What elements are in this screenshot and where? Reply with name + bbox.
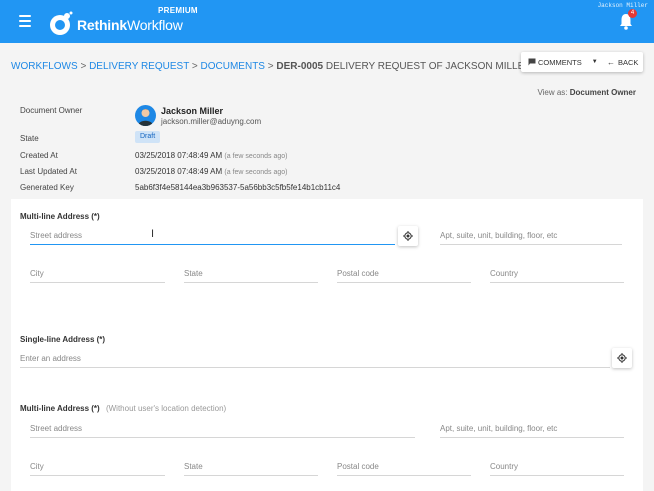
breadcrumb-separator: >	[267, 61, 274, 72]
comment-icon	[528, 58, 536, 66]
my-location-icon	[403, 231, 413, 241]
back-button[interactable]: ← BACK	[601, 52, 638, 72]
locate-button[interactable]	[398, 226, 418, 246]
state-input[interactable]: State	[184, 458, 318, 476]
current-user-name: Jackson Miller	[597, 2, 648, 9]
brand-light: Workflow	[126, 17, 183, 33]
view-as-prefix: View as:	[537, 88, 568, 97]
logo-icon	[50, 11, 73, 35]
breadcrumb-delivery-request[interactable]: DELIVERY REQUEST	[89, 61, 189, 72]
state-input[interactable]: State	[184, 265, 318, 283]
updated-relative: (a few seconds ago)	[224, 169, 288, 176]
brand-bold: Rethink	[77, 17, 127, 33]
status-badge: Draft	[135, 131, 161, 143]
text-cursor-icon: I	[151, 228, 155, 240]
apt-input[interactable]: Apt, suite, unit, building, floor, etc	[440, 420, 624, 438]
city-input[interactable]: City	[30, 458, 165, 476]
notification-badge: 4	[628, 9, 637, 18]
updated-value: 03/25/2018 07:48:49 AM (a few seconds ag…	[135, 167, 287, 176]
edition-label: PREMIUM	[158, 6, 198, 15]
street-address-input[interactable]: Street address	[30, 227, 395, 245]
street-address-input[interactable]: Street address	[30, 420, 415, 438]
created-timestamp: 03/25/2018 07:48:49 AM	[135, 151, 223, 160]
action-button-group: COMMENTS ▼ ← BACK	[521, 52, 643, 72]
postal-code-input[interactable]: Postal code	[337, 458, 471, 476]
created-label: Created At	[20, 151, 58, 160]
menu-icon[interactable]	[19, 15, 31, 27]
apt-input[interactable]: Apt, suite, unit, building, floor, etc	[440, 227, 622, 245]
city-input[interactable]: City	[30, 265, 165, 283]
chevron-down-icon[interactable]: ▼	[592, 59, 598, 65]
back-label: BACK	[618, 57, 639, 67]
multi-address-2-hint: (Without user's location detection)	[105, 404, 227, 413]
breadcrumb-separator: >	[80, 61, 87, 72]
arrow-left-icon: ←	[607, 57, 615, 67]
multi-address-2-title-text: Multi-line Address (*)	[20, 404, 100, 413]
created-value: 03/25/2018 07:48:49 AM (a few seconds ag…	[135, 151, 287, 160]
owner-label: Document Owner	[20, 106, 83, 115]
multi-address-2-title: Multi-line Address (*) (Without user's l…	[20, 404, 226, 413]
breadcrumb: WORKFLOWS > DELIVERY REQUEST > DOCUMENTS…	[11, 61, 532, 72]
my-location-icon	[617, 353, 627, 363]
avatar	[135, 105, 156, 126]
postal-code-input[interactable]: Postal code	[337, 265, 471, 283]
country-input[interactable]: Country	[490, 458, 624, 476]
view-as: View as: Document Owner	[537, 88, 636, 97]
locate-button[interactable]	[612, 348, 632, 368]
key-label: Generated Key	[20, 183, 74, 192]
country-input[interactable]: Country	[490, 265, 624, 283]
top-app-bar: RethinkWorkflow PREMIUM Jackson Miller 4	[0, 0, 654, 43]
updated-label: Last Updated At	[20, 167, 77, 176]
breadcrumb-documents[interactable]: DOCUMENTS	[201, 61, 265, 72]
comments-label: COMMENTS	[538, 57, 582, 67]
breadcrumb-current-code: DER-0005	[276, 61, 324, 72]
single-address-title: Single-line Address (*)	[20, 335, 106, 344]
breadcrumb-separator: >	[191, 61, 198, 72]
comments-button[interactable]: COMMENTS ▼	[521, 52, 601, 72]
generated-key: 5ab6f3f4e58144ea3b963537-5a56bb3c5fb5fe1…	[135, 183, 341, 192]
breadcrumb-current-title: DELIVERY REQUEST OF JACKSON MILLER	[325, 61, 532, 72]
updated-timestamp: 03/25/2018 07:48:49 AM	[135, 167, 223, 176]
single-address-input[interactable]: Enter an address	[20, 350, 610, 368]
multi-address-title: Multi-line Address (*)	[20, 212, 100, 221]
breadcrumb-workflows[interactable]: WORKFLOWS	[11, 61, 78, 72]
owner-name: Jackson Miller	[161, 106, 224, 116]
brand-name[interactable]: RethinkWorkflow	[77, 17, 183, 33]
owner-email: jackson.miller@aduyng.com	[161, 117, 262, 126]
state-label: State	[20, 134, 39, 143]
view-as-role: Document Owner	[569, 88, 636, 97]
created-relative: (a few seconds ago)	[224, 153, 288, 160]
